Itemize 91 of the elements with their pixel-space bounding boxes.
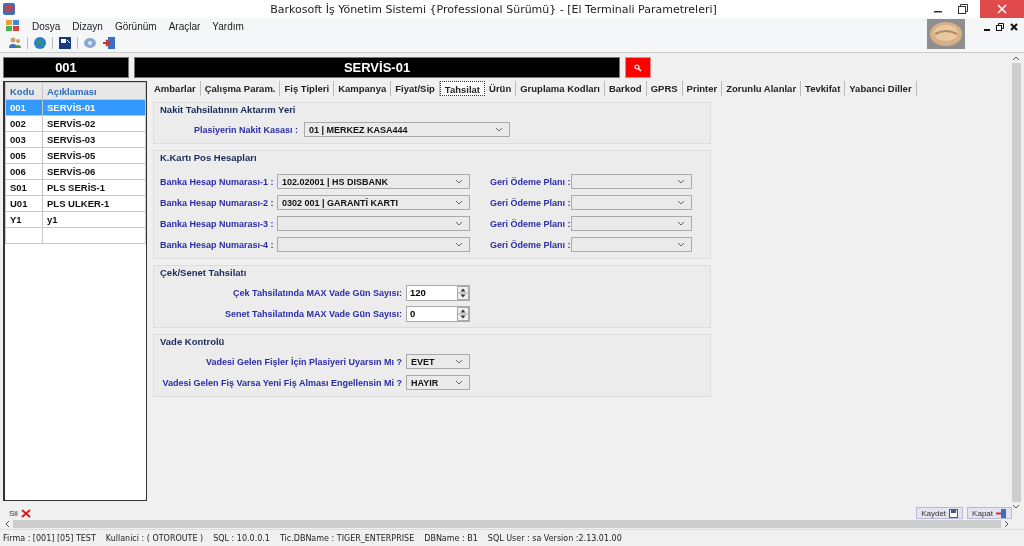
menu-item[interactable]: Dosya (32, 20, 61, 32)
field-label: Senet Tahsilatında MAX Vade Gün Sayısı: (224, 308, 402, 319)
search-button[interactable] (625, 57, 651, 78)
field-label: Çek Tahsilatında MAX Vade Gün Sayısı: (232, 287, 402, 298)
cross-icon (20, 508, 31, 518)
app-logo-icon (3, 3, 15, 15)
caret-icon (455, 178, 463, 185)
restore-icon[interactable] (996, 22, 1005, 32)
caret-icon (677, 178, 685, 185)
table-cell[interactable]: 006 (5, 163, 43, 180)
field-label: Banka Hesap Numarası-1 : (160, 176, 275, 187)
status-text: DBName : B1 (424, 533, 478, 543)
spinner-icon[interactable] (457, 285, 469, 300)
menu-item[interactable]: Dizayn (72, 20, 103, 32)
scroll-up-icon[interactable] (1012, 55, 1020, 61)
exit-icon[interactable] (102, 36, 116, 50)
menu-item[interactable]: Görünüm (114, 20, 157, 32)
table-cell[interactable]: SERVİS-03 (42, 131, 146, 148)
window-title: Barkosoft İş Yönetim Sistemi {Professional Sürümü} - [El Terminali Parametreleri] (269, 2, 718, 16)
caret-icon (677, 241, 685, 248)
dropdown[interactable]: EVET (406, 354, 470, 369)
status-text: SQL User : sa Version :2.13.01.00 (487, 533, 622, 543)
dropdown[interactable]: HAYIR (406, 375, 470, 390)
caret-icon (495, 126, 503, 133)
spinner-icon[interactable] (457, 306, 469, 321)
field-label: Plasiyerin Nakit Kasası : (192, 124, 298, 135)
field-label: Geri Ödeme Planı : (490, 176, 570, 187)
document-icon[interactable] (58, 36, 72, 50)
tab[interactable]: Tahsilat (439, 81, 486, 96)
table-cell[interactable]: SERVİS-02 (42, 115, 146, 132)
caret-icon (677, 199, 685, 206)
table-cell[interactable]: SERVİS-06 (42, 163, 146, 180)
menu-item[interactable]: Yardım (212, 20, 244, 32)
close-icon[interactable] (1010, 22, 1018, 32)
floppy-icon (949, 508, 959, 518)
button[interactable]: Kapat (967, 507, 1012, 519)
globe-icon[interactable] (33, 36, 47, 50)
table-cell[interactable]: 003 (5, 131, 43, 148)
table-cell[interactable]: 002 (5, 115, 43, 132)
group-title: K.Kartı Pos Hesapları (160, 152, 258, 164)
caret-icon (455, 358, 463, 365)
app-menu-icon[interactable] (6, 20, 20, 32)
table-cell[interactable]: S01 (5, 179, 43, 196)
scroll-left-icon[interactable] (4, 519, 10, 528)
dropdown[interactable]: 0302 001 | GARANTİ KARTI (277, 195, 470, 210)
button[interactable]: Kaydet (916, 507, 964, 519)
search-icon (634, 63, 642, 72)
field-label: Banka Hesap Numarası-4 : (160, 239, 275, 250)
table-cell[interactable]: U01 (5, 195, 43, 212)
column-header[interactable]: Açıklaması (42, 82, 146, 100)
status-text: Tic.DBName : TIGER_ENTERPRISE (279, 533, 415, 543)
field-label: Vadesi Gelen Fişler İçin Plasiyeri Uyarsın Mı ? (204, 356, 402, 367)
dropdown[interactable]: 102.02001 | HS DISBANK (277, 174, 470, 189)
table-cell[interactable]: Y1 (5, 211, 43, 228)
vertical-scrollbar[interactable] (1010, 55, 1022, 510)
column-header[interactable]: Kodu (5, 82, 43, 100)
field-label: Banka Hesap Numarası-2 : (160, 197, 275, 208)
caret-icon (677, 220, 685, 227)
code-display: 001 (3, 57, 129, 78)
status-text: Firma : [001] [05] TEST (3, 533, 96, 543)
menu-item[interactable]: Araçlar (168, 20, 201, 32)
field-label: Banka Hesap Numarası-3 : (160, 218, 275, 229)
table-cell[interactable]: 005 (5, 147, 43, 164)
caret-icon (455, 379, 463, 386)
field-label: Geri Ödeme Planı : (490, 197, 570, 208)
caret-icon (455, 241, 463, 248)
group-title: Çek/Senet Tahsilatı (160, 267, 248, 279)
field-label: Geri Ödeme Planı : (490, 239, 570, 250)
scroll-down-icon[interactable] (1012, 504, 1020, 510)
table-cell[interactable]: SERVİS-05 (42, 147, 146, 164)
exit-icon (996, 508, 1007, 518)
field-label: Vadesi Gelen Fiş Varsa Yeni Fiş Alması Engellensin Mi ? (161, 377, 402, 388)
group-title: Nakit Tahsilatının Aktarım Yeri (160, 104, 297, 116)
table-cell[interactable]: PLS ULKER-1 (42, 195, 146, 212)
maximize-icon[interactable] (956, 4, 968, 14)
field-label: Geri Ödeme Planı : (490, 218, 570, 229)
status-text: Kullanici : ( OTOROUTE ) (105, 533, 204, 543)
table-cell[interactable]: y1 (42, 211, 146, 228)
number-field[interactable]: 120 (406, 284, 470, 301)
dropdown[interactable]: 01 | MERKEZ KASA444 (304, 122, 510, 137)
scroll-right-icon[interactable] (1004, 519, 1010, 528)
number-field[interactable]: 0 (406, 305, 470, 322)
status-text: SQL : 10.0.0.1 (213, 533, 270, 543)
horizontal-scrollbar[interactable] (0, 518, 1024, 529)
users-icon[interactable] (8, 36, 22, 50)
close-icon (997, 4, 1007, 14)
table-cell[interactable]: PLS SERİS-1 (42, 179, 146, 196)
caret-icon (455, 220, 463, 227)
caret-icon (455, 199, 463, 206)
group-title: Vade Kontrolü (160, 336, 226, 348)
name-display: SERVİS-01 (134, 57, 620, 78)
